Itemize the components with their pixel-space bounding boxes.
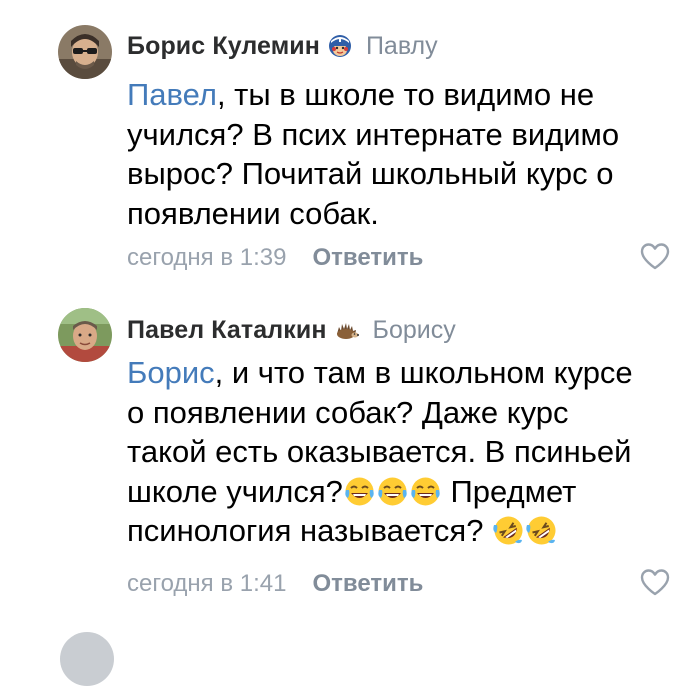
comment-text-line: вырос? Почитай школьный курс о: [127, 156, 614, 191]
captain-america-emoji-icon: [328, 34, 352, 58]
hedgehog-icon: [335, 318, 359, 342]
reply-to-label[interactable]: Павлу: [366, 32, 438, 61]
rolling-on-the-floor-laughing-emoji-icon: [493, 515, 524, 546]
comment-text: Павел, ты в школе то видимо не учился? В…: [127, 75, 687, 233]
avatar-image: [58, 25, 112, 79]
heart-outline-icon[interactable]: [640, 242, 670, 270]
avatar[interactable]: [58, 308, 112, 362]
comment-text-line: псинология называется?: [127, 513, 493, 548]
avatar[interactable]: [60, 632, 114, 686]
comment-text-line: учился? В псих интернате видимо: [127, 116, 620, 152]
reply-button[interactable]: Ответить: [312, 570, 423, 598]
comment-text-line: такой есть оказывается. В псиньей: [127, 434, 632, 469]
author-name[interactable]: Павел Каталкин: [127, 316, 327, 345]
comment-text: Борис, и что там в школьном курсе о появ…: [127, 353, 687, 551]
author-name[interactable]: Борис Кулемин: [127, 32, 320, 61]
mention-link[interactable]: Борис: [127, 355, 215, 390]
face-with-tears-of-joy-emoji-icon: [410, 476, 441, 507]
heart-outline-icon[interactable]: [640, 568, 670, 596]
mention-link[interactable]: Павел: [127, 77, 217, 112]
comment-text-line: появлении собак.: [127, 195, 379, 231]
comment-meta: сегодня в 1:41 Ответить: [127, 568, 423, 600]
comment-text-line: школе учился?: [127, 473, 343, 509]
comment-text-line: , ты в школе то видимо не: [216, 77, 595, 112]
comment-header: Борис Кулемин Павлу: [127, 30, 438, 62]
comment-text-line: , и что там в школьном курсе: [214, 355, 633, 390]
face-with-tears-of-joy-emoji-icon: [344, 476, 375, 507]
comment-text-line: о появлении собак? Даже курс: [127, 394, 569, 430]
comment-header: Павел Каталкин Борису: [127, 314, 456, 346]
timestamp: сегодня в 1:41: [127, 570, 287, 597]
face-with-tears-of-joy-emoji-icon: [377, 476, 408, 507]
avatar-image: [58, 308, 112, 362]
timestamp: сегодня в 1:39: [127, 244, 287, 271]
comment-text-line: Предмет: [441, 473, 577, 509]
reply-to-label[interactable]: Борису: [373, 316, 456, 345]
avatar[interactable]: [58, 25, 112, 79]
comment-meta: сегодня в 1:39 Ответить: [127, 242, 423, 274]
rolling-on-the-floor-laughing-emoji-icon: [526, 515, 557, 546]
reply-button[interactable]: Ответить: [312, 244, 423, 272]
